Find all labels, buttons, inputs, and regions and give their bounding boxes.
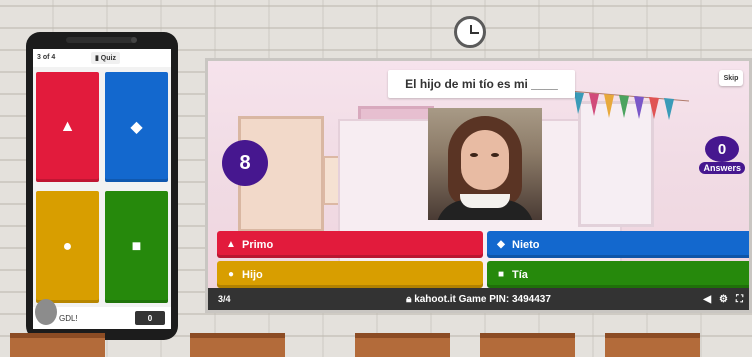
phone-footer: GDL! 0	[33, 299, 171, 329]
question-image	[428, 108, 542, 220]
quiz-badge: ▮ Quiz	[91, 52, 120, 64]
answer-label: Nieto	[512, 238, 540, 251]
phone-device: 3 of 4 ▮ Quiz ▲ ◆ ● ■ GDL! 0	[26, 32, 178, 340]
answer-label: Primo	[242, 238, 274, 251]
game-screen: El hijo de mi tío es mi ____ Skip 8 0 An…	[205, 58, 752, 313]
game-pin-text: kahoot.it Game PIN: 3494437	[414, 293, 551, 305]
square-icon: ■	[497, 269, 505, 280]
phone-header: 3 of 4 ▮ Quiz	[33, 49, 171, 67]
answer-option-primo[interactable]: ▲ Primo	[217, 231, 483, 258]
settings-icon[interactable]: ⚙	[719, 294, 728, 305]
answer-option-hijo[interactable]: ● Hijo	[217, 261, 483, 288]
circle-icon: ●	[227, 269, 235, 280]
phone-screen: 3 of 4 ▮ Quiz ▲ ◆ ● ■ GDL! 0	[33, 49, 171, 329]
volume-icon[interactable]: ◀	[703, 294, 711, 305]
question-text: El hijo de mi tío es mi ____	[388, 70, 575, 98]
phone-speaker	[66, 37, 136, 43]
desk	[480, 333, 575, 357]
square-icon: ■	[131, 238, 142, 255]
avatar-icon	[35, 299, 57, 325]
fullscreen-icon[interactable]: ⛶	[736, 294, 743, 305]
answers-label: Answers	[699, 162, 745, 174]
phone-camera	[131, 37, 137, 43]
skip-button[interactable]: Skip	[719, 70, 743, 86]
classroom-desks	[0, 327, 752, 357]
desk	[605, 333, 700, 357]
countdown-timer: 8	[222, 140, 268, 186]
game-pin-info: 🔒︎ kahoot.it Game PIN: 3494437	[208, 294, 749, 305]
player-score: 0	[135, 311, 165, 325]
clock-icon	[454, 16, 486, 48]
answer-label: Hijo	[242, 268, 263, 281]
phone-question-counter: 3 of 4	[37, 54, 56, 61]
answer-option-tia[interactable]: ■ Tía	[487, 261, 749, 288]
circle-icon: ●	[62, 238, 73, 255]
desk	[190, 333, 285, 357]
answer-tile-red[interactable]: ▲	[36, 72, 99, 182]
answer-option-nieto[interactable]: ◆ Nieto	[487, 231, 749, 258]
answer-tile-green[interactable]: ■	[105, 191, 168, 303]
answer-tile-yellow[interactable]: ●	[36, 191, 99, 303]
triangle-icon: ▲	[226, 239, 236, 250]
player-name: GDL!	[59, 314, 78, 323]
answer-label: Tía	[512, 268, 528, 281]
lock-icon: 🔒︎	[406, 293, 415, 305]
quiz-label: Quiz	[100, 55, 116, 62]
answer-tile-blue[interactable]: ◆	[105, 72, 168, 182]
bottom-bar: 3/4 🔒︎ kahoot.it Game PIN: 3494437 ◀ ⚙ ⛶	[208, 288, 749, 310]
diamond-icon: ◆	[497, 239, 505, 250]
desk	[10, 333, 105, 357]
diamond-icon: ◆	[130, 119, 143, 136]
bunting-flags	[569, 90, 689, 120]
desk	[355, 333, 450, 357]
answers-count: 0	[705, 136, 739, 162]
triangle-icon: ▲	[59, 118, 76, 135]
